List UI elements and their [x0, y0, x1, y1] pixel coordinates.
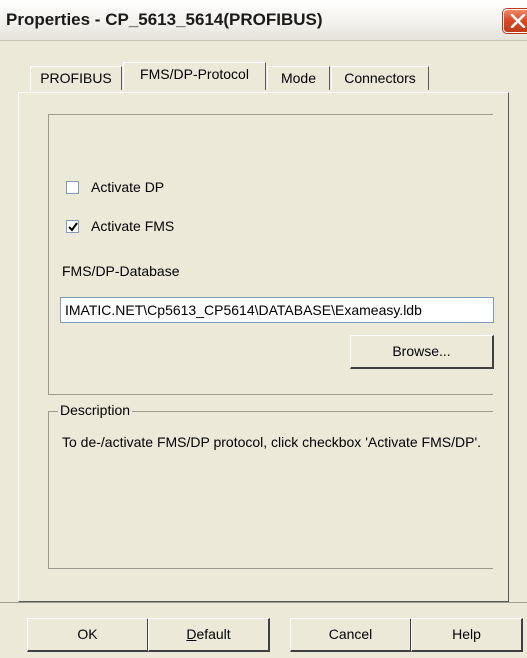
tab-panel — [18, 92, 509, 602]
help-button-label: Help — [452, 626, 481, 642]
cancel-button-label: Cancel — [328, 626, 373, 642]
footer-divider — [0, 602, 527, 603]
tab-label: PROFIBUS — [40, 70, 112, 86]
title-bar[interactable]: Properties - CP_5613_5614(PROFIBUS) — [0, 0, 527, 41]
tab-profibus[interactable]: PROFIBUS — [30, 66, 122, 90]
ok-button-label: OK — [77, 626, 98, 642]
default-mnemonic: D — [186, 626, 197, 642]
tab-fms-dp-protocol[interactable]: FMS/DP-Protocol — [123, 62, 266, 90]
cancel-button[interactable]: Cancel — [290, 618, 412, 652]
properties-dialog: Properties - CP_5613_5614(PROFIBUS) PROF… — [0, 0, 527, 658]
tab-label: Mode — [280, 70, 317, 86]
ok-button[interactable]: OK — [27, 618, 149, 652]
tab-connectors[interactable]: Connectors — [331, 66, 429, 90]
tab-label: Connectors — [344, 70, 416, 86]
default-label-rest: efault — [196, 626, 231, 642]
close-button[interactable] — [503, 9, 527, 33]
tab-mode[interactable]: Mode — [267, 66, 330, 90]
window-title: Properties - CP_5613_5614(PROFIBUS) — [6, 10, 323, 29]
close-icon — [510, 14, 526, 28]
help-button[interactable]: Help — [411, 618, 523, 652]
default-button[interactable]: Default — [148, 618, 270, 652]
default-button-label: Default — [186, 626, 230, 642]
tab-label: FMS/DP-Protocol — [140, 66, 249, 82]
